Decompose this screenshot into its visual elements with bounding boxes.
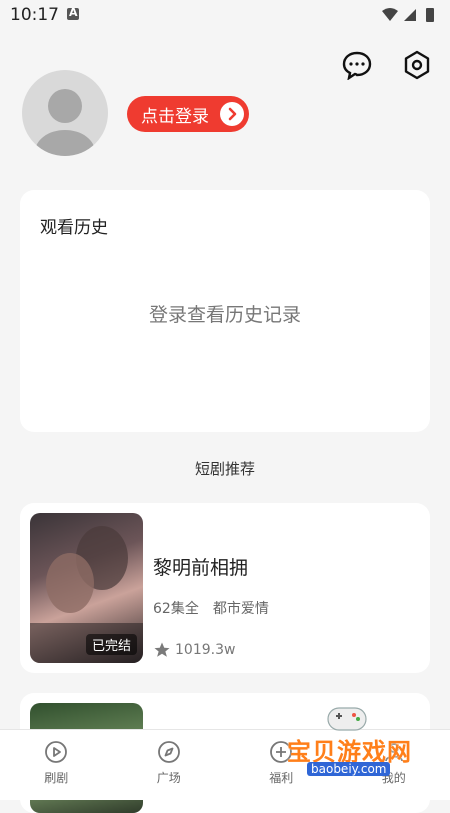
drama-views: 1019.3w: [153, 641, 235, 659]
battery-icon: [426, 8, 434, 22]
wifi-icon: [382, 8, 398, 21]
drama-meta: 62集全都市爱情: [153, 598, 269, 618]
history-empty-text[interactable]: 登录查看历史记录: [20, 300, 430, 327]
login-button[interactable]: 点击登录: [127, 96, 249, 132]
login-label: 点击登录: [141, 102, 209, 127]
watermark: 宝贝游戏网 baobeiy.com: [277, 702, 422, 780]
history-title: 观看历史: [40, 213, 108, 238]
compass-icon: [157, 740, 181, 764]
signal-icon: [404, 9, 416, 21]
drama-genre: 都市爱情: [213, 601, 269, 617]
views-count: 1019.3w: [175, 642, 235, 658]
drama-poster: 已完结: [30, 513, 143, 663]
gamepad-icon: [322, 702, 372, 736]
message-icon[interactable]: [342, 50, 372, 80]
watch-history-card: 观看历史 登录查看历史记录: [20, 190, 430, 432]
drama-episodes: 62集全: [153, 601, 199, 617]
notification-a-icon: [67, 8, 79, 20]
play-circle-icon: [44, 740, 68, 764]
watermark-url: baobeiy.com: [307, 762, 390, 776]
top-actions: [342, 50, 432, 80]
drama-title: 黎明前相拥: [153, 553, 248, 580]
drama-card[interactable]: 已完结 黎明前相拥 62集全都市爱情 1019.3w: [20, 503, 430, 673]
settings-icon[interactable]: [402, 50, 432, 80]
nav-label: 刷剧: [44, 769, 68, 786]
nav-item-shuaju[interactable]: 刷剧: [0, 730, 113, 800]
chevron-right-icon: [220, 102, 244, 126]
nav-label: 广场: [157, 769, 181, 786]
star-icon: [153, 641, 171, 659]
status-time: 10:17: [10, 5, 59, 25]
completed-badge: 已完结: [86, 634, 137, 655]
status-bar: 10:17: [0, 0, 450, 30]
nav-item-guangchang[interactable]: 广场: [113, 730, 226, 800]
section-title-recommend: 短剧推荐: [0, 458, 450, 479]
system-icons: [380, 6, 440, 28]
avatar[interactable]: [22, 70, 108, 156]
